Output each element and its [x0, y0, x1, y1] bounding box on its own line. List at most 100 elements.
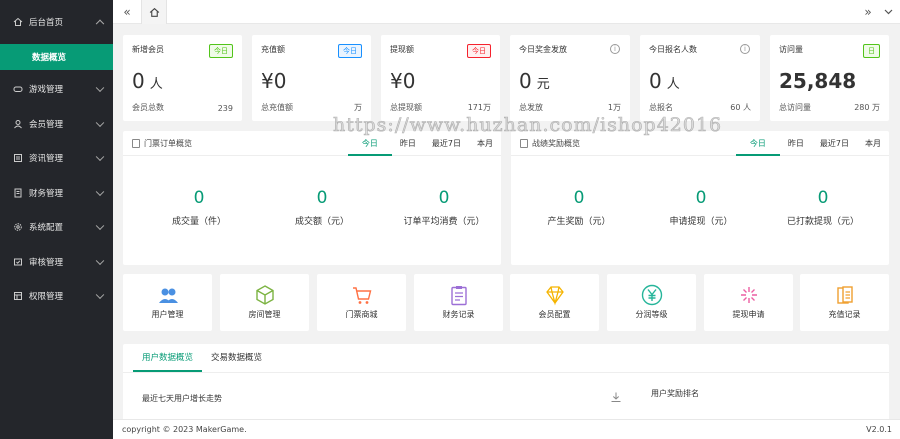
info-icon[interactable]: i: [610, 44, 620, 54]
sidebar-item-label: 财务管理: [29, 188, 64, 199]
sidebar-item-news[interactable]: 资讯管理: [0, 141, 113, 176]
sidebar-item-finance[interactable]: 财务管理: [0, 176, 113, 211]
stat-foot-label: 总充值额: [261, 103, 293, 112]
stat-card-visits: 访问量 日 25,848 总访问量 280 万: [770, 35, 889, 121]
sidebar-item-members[interactable]: 会员管理: [0, 107, 113, 142]
cube-icon: [255, 285, 274, 305]
tab-yesterday[interactable]: 昨日: [780, 131, 812, 156]
stat-title: 今日奖金发放: [519, 45, 567, 54]
recharge-icon: [836, 286, 853, 304]
stat-foot-label: 总报名: [649, 103, 673, 112]
quick-link-ticket-mall[interactable]: 门票商城: [317, 274, 406, 331]
quick-link-label: 房间管理: [248, 310, 281, 319]
sidebar-item-permissions[interactable]: 权限管理: [0, 279, 113, 314]
gear-icon: [12, 221, 24, 233]
stat-foot-value: 239: [217, 104, 233, 113]
users-icon: [158, 288, 178, 303]
stat-card-signups: 今日报名人数 i 0人 总报名 60 人: [640, 35, 760, 121]
audit-icon: [12, 256, 24, 268]
stat-badge: 今日: [467, 44, 491, 58]
quick-link-users[interactable]: 用户管理: [123, 274, 212, 331]
sidebar-item-home[interactable]: 后台首页: [0, 0, 113, 44]
metric-value: 0: [438, 188, 450, 208]
quick-link-profit-levels[interactable]: 分润等级: [607, 274, 696, 331]
period-tabs: 今日 昨日 最近7日 本月: [735, 131, 889, 156]
tab-yesterday[interactable]: 昨日: [392, 131, 424, 156]
home-icon: [149, 7, 159, 17]
stat-value: ¥0: [261, 69, 287, 93]
quick-link-member-config[interactable]: 会员配置: [510, 274, 599, 331]
quick-link-withdraw-requests[interactable]: 提现申请: [704, 274, 793, 331]
quick-link-label: 用户管理: [151, 310, 184, 319]
chevron-down-icon: [95, 290, 105, 300]
tab-home[interactable]: [141, 0, 167, 24]
stat-value: 0人: [649, 69, 680, 93]
tab-trade-data[interactable]: 交易数据概览: [202, 344, 271, 372]
tab-today[interactable]: 今日: [347, 131, 392, 156]
quick-link-finance-records[interactable]: 财务记录: [414, 274, 503, 331]
tab-this-month[interactable]: 本月: [469, 131, 501, 156]
chevron-down-icon: [95, 221, 105, 231]
permission-icon: [12, 290, 24, 302]
quick-link-label: 充值记录: [828, 310, 861, 319]
metric-label: 成交量（件）: [171, 217, 226, 227]
diamond-icon: [545, 286, 564, 306]
info-icon[interactable]: i: [740, 44, 750, 54]
metric-value: 0: [817, 188, 829, 208]
stat-badge: 日: [863, 44, 880, 58]
yen-icon: [641, 284, 662, 306]
tab-last-7-days[interactable]: 最近7日: [812, 131, 857, 156]
quick-link-label: 财务记录: [442, 310, 475, 319]
metric-label: 订单平均消费（元）: [403, 217, 485, 227]
copyright-text: copyright © 2023 MakerGame.: [122, 425, 247, 434]
tab-this-month[interactable]: 本月: [857, 131, 889, 156]
stat-card-recharge: 充值额 今日 ¥0 总充值额 万: [252, 35, 371, 121]
quick-link-label: 会员配置: [538, 310, 571, 319]
cart-icon: [352, 287, 371, 304]
chevron-down-icon[interactable]: [876, 0, 900, 24]
user-icon: [12, 118, 24, 130]
stat-badge: 今日: [338, 44, 362, 58]
tab-last-7-days[interactable]: 最近7日: [424, 131, 469, 156]
panel-title: 门票订单概览: [144, 139, 192, 148]
divider: [123, 372, 889, 373]
metric-amount: 0 成交额（元）: [262, 188, 382, 227]
sidebar-item-label: 游戏管理: [29, 85, 64, 96]
stat-value: 0人: [132, 69, 163, 93]
chevron-down-icon: [95, 187, 105, 196]
withdraw-icon: [740, 287, 757, 303]
sidebar-item-audit[interactable]: 审核管理: [0, 245, 113, 280]
tab-today[interactable]: 今日: [735, 131, 780, 156]
quick-link-rooms[interactable]: 房间管理: [220, 274, 309, 331]
sidebar-item-games[interactable]: 游戏管理: [0, 72, 113, 107]
finance-icon: [12, 187, 24, 199]
quick-link-recharge-records[interactable]: 充值记录: [800, 274, 889, 331]
panel-title: 战绩奖励概览: [532, 139, 580, 148]
tab-user-data[interactable]: 用户数据概览: [133, 344, 203, 372]
rank-title: 用户奖励排名: [651, 389, 699, 398]
metric-value: 0: [316, 188, 328, 208]
sidebar-subitem-data-overview[interactable]: 数据概览: [0, 44, 113, 70]
gamepad-icon: [12, 83, 24, 95]
data-tabs: 用户数据概览 交易数据概览: [123, 344, 271, 372]
version-text: V2.0.1: [866, 425, 892, 434]
stat-foot-label: 总提现额: [390, 103, 422, 112]
stat-foot-value: 1万: [607, 103, 621, 112]
stat-title: 充值额: [261, 45, 285, 54]
stat-card-withdraw: 提现额 今日 ¥0 总提现额 171万: [381, 35, 500, 121]
sidebar-item-system[interactable]: 系统配置: [0, 210, 113, 245]
sidebar-item-label: 权限管理: [29, 292, 64, 303]
download-icon[interactable]: [610, 391, 622, 403]
metric-label: 产生奖励（元）: [547, 217, 611, 227]
footer: copyright © 2023 MakerGame. V2.0.1: [113, 419, 900, 439]
stat-foot-value: 万: [354, 103, 362, 112]
scroll-left-icon[interactable]: «: [115, 0, 139, 24]
sidebar-item-label: 审核管理: [29, 257, 64, 268]
stat-title: 今日报名人数: [649, 45, 697, 54]
top-tabbar: « »: [113, 0, 900, 24]
sidebar-item-label: 系统配置: [29, 223, 64, 234]
home-icon: [12, 16, 24, 28]
stat-foot-label: 总发放: [519, 103, 543, 112]
chevron-down-icon: [95, 152, 105, 162]
chevron-down-icon: [95, 256, 105, 265]
